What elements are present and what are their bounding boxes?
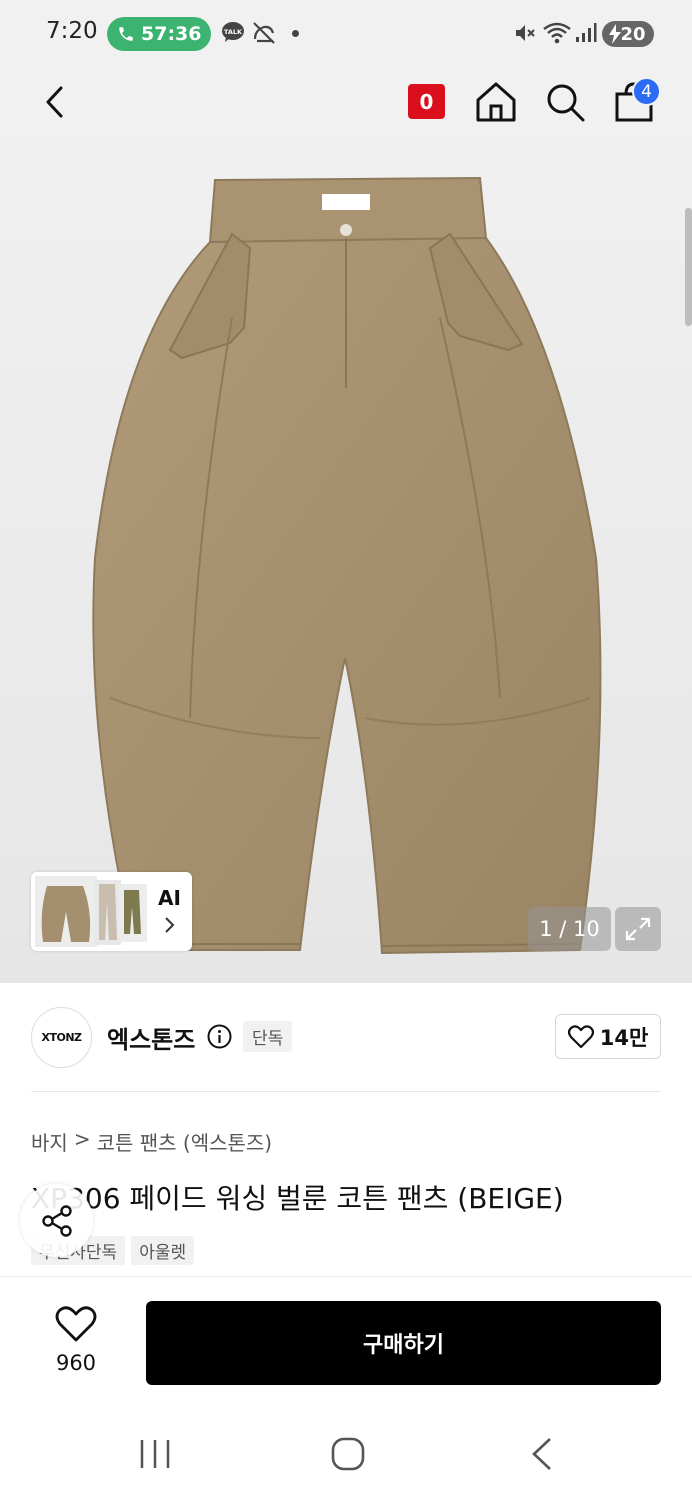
tag-outlet: 아울렛 [131,1236,195,1265]
system-back-icon[interactable] [528,1436,556,1472]
charging-icon [609,24,621,44]
talk-icon-label: TALK [224,28,243,36]
brand-like-count: 14만 [599,1025,649,1050]
wishlist-heart-icon[interactable] [55,1305,97,1343]
status-time: 7:20 [46,18,98,44]
home-icon[interactable] [474,80,518,124]
brand-zero-button[interactable]: 0 [408,84,445,119]
breadcrumb-subcategory[interactable]: 코튼 팬츠 (엑스톤즈) [97,1127,273,1156]
cart-count-badge: 4 [632,77,661,106]
talk-icon: TALK [222,22,244,42]
image-page-counter: 1 / 10 [528,907,611,951]
heart-icon [567,1024,594,1048]
brand-logo-text: XTONZ [41,1031,82,1044]
scrollbar[interactable] [685,208,692,326]
battery-level: 20 [620,23,646,45]
breadcrumb-category[interactable]: 바지 [31,1127,68,1156]
thumbnail-images [35,876,147,947]
divider [31,1091,661,1092]
breadcrumb-separator: > [73,1127,91,1151]
expand-icon[interactable] [615,907,661,951]
brand-name[interactable]: 엑스톤즈 [107,1020,195,1055]
wishlist-count: 960 [55,1351,97,1375]
brand-like-button[interactable]: 14만 [555,1014,661,1059]
search-icon[interactable] [543,80,587,124]
battery-indicator: 20 [602,21,654,47]
phone-icon [119,27,133,41]
ongoing-call-pill[interactable]: 57:36 [107,17,211,51]
signal-icon [576,23,597,42]
product-photo [92,176,602,955]
sync-off-icon [253,22,275,44]
wifi-icon [543,22,571,44]
system-navigation-bar [0,1398,692,1500]
top-navigation: 0 4 [0,68,692,138]
mute-icon [516,25,535,41]
home-button-icon[interactable] [330,1436,366,1472]
ai-label: AI [158,886,181,910]
notification-dot [292,30,299,37]
buy-button[interactable]: 구매하기 [146,1301,661,1385]
product-image-gallery[interactable]: AI 1 / 10 [0,138,692,983]
chevron-right-icon [165,917,175,933]
share-button[interactable] [20,1184,93,1257]
info-icon[interactable] [207,1024,232,1049]
purchase-action-bar: 960 구매하기 [0,1276,692,1398]
product-title: XP306 페이드 워싱 벌룬 코튼 팬츠 (BEIGE) [31,1182,564,1215]
breadcrumb: 바지 > 코튼 팬츠 (엑스톤즈) [31,1127,272,1156]
ai-similar-items-thumbnail[interactable]: AI [31,872,192,951]
share-icon [41,1204,72,1237]
recent-apps-icon[interactable] [138,1438,172,1470]
brand-logo[interactable]: XTONZ [31,1007,92,1068]
status-bar: 7:20 57:36 TALK 20 [0,0,692,68]
back-icon[interactable] [40,82,70,122]
call-timer: 57:36 [141,23,202,45]
exclusive-tag: 단독 [243,1021,293,1052]
